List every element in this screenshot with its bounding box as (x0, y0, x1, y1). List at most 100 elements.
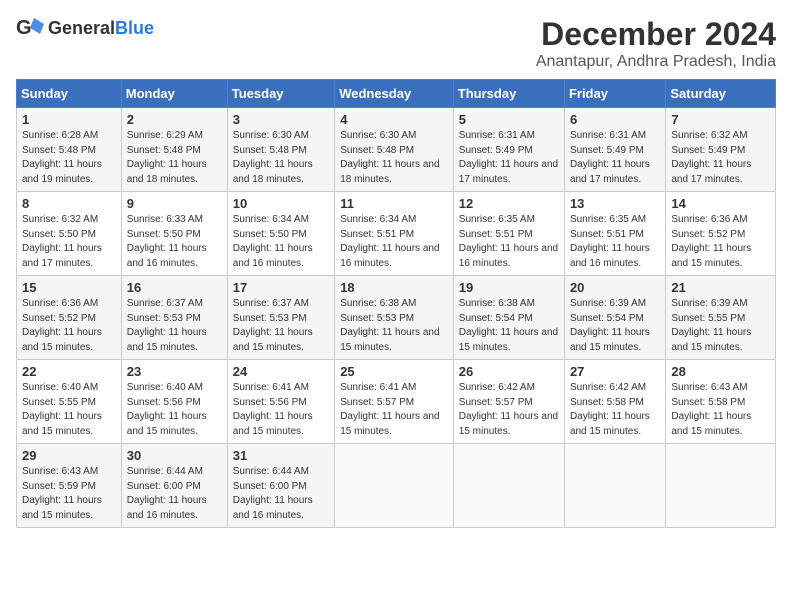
day-info: Sunrise: 6:40 AMSunset: 5:55 PMDaylight:… (22, 381, 116, 439)
day-number: 14 (671, 196, 770, 211)
calendar-cell: 27 Sunrise: 6:42 AMSunset: 5:58 PMDayligh… (564, 360, 665, 444)
day-number: 22 (22, 364, 116, 379)
calendar-cell (335, 444, 454, 528)
calendar-cell: 6 Sunrise: 6:31 AMSunset: 5:49 PMDaylight… (564, 108, 665, 192)
day-number: 27 (570, 364, 660, 379)
day-info: Sunrise: 6:37 AMSunset: 5:53 PMDaylight:… (233, 297, 329, 355)
calendar-cell: 3 Sunrise: 6:30 AMSunset: 5:48 PMDaylight… (227, 108, 334, 192)
day-info: Sunrise: 6:42 AMSunset: 5:58 PMDaylight:… (570, 381, 660, 439)
day-number: 3 (233, 112, 329, 127)
day-info: Sunrise: 6:38 AMSunset: 5:53 PMDaylight:… (340, 297, 448, 355)
day-info: Sunrise: 6:35 AMSunset: 5:51 PMDaylight:… (459, 213, 559, 271)
day-info: Sunrise: 6:39 AMSunset: 5:54 PMDaylight:… (570, 297, 660, 355)
day-number: 15 (22, 280, 116, 295)
day-info: Sunrise: 6:33 AMSunset: 5:50 PMDaylight:… (127, 213, 222, 271)
calendar-cell: 12 Sunrise: 6:35 AMSunset: 5:51 PMDayligh… (453, 192, 564, 276)
calendar-cell: 25 Sunrise: 6:41 AMSunset: 5:57 PMDayligh… (335, 360, 454, 444)
col-header-thursday: Thursday (453, 80, 564, 108)
col-header-saturday: Saturday (666, 80, 776, 108)
calendar-cell (564, 444, 665, 528)
day-number: 29 (22, 448, 116, 463)
day-number: 7 (671, 112, 770, 127)
calendar-cell: 10 Sunrise: 6:34 AMSunset: 5:50 PMDayligh… (227, 192, 334, 276)
day-number: 8 (22, 196, 116, 211)
day-info: Sunrise: 6:39 AMSunset: 5:55 PMDaylight:… (671, 297, 770, 355)
calendar-cell: 28Sunrise: 6:43 AMSunset: 5:58 PMDayligh… (666, 360, 776, 444)
day-number: 24 (233, 364, 329, 379)
day-number: 18 (340, 280, 448, 295)
day-info: Sunrise: 6:41 AMSunset: 5:57 PMDaylight:… (340, 381, 448, 439)
col-header-tuesday: Tuesday (227, 80, 334, 108)
col-header-sunday: Sunday (17, 80, 122, 108)
calendar-cell: 26 Sunrise: 6:42 AMSunset: 5:57 PMDayligh… (453, 360, 564, 444)
day-info: Sunrise: 6:41 AMSunset: 5:56 PMDaylight:… (233, 381, 329, 439)
logo: G GeneralBlue (16, 16, 154, 40)
day-number: 16 (127, 280, 222, 295)
logo-icon: G (16, 16, 44, 40)
day-info: Sunrise: 6:35 AMSunset: 5:51 PMDaylight:… (570, 213, 660, 271)
day-info: Sunrise: 6:34 AMSunset: 5:51 PMDaylight:… (340, 213, 448, 271)
calendar-cell: 20 Sunrise: 6:39 AMSunset: 5:54 PMDayligh… (564, 276, 665, 360)
day-info: Sunrise: 6:31 AMSunset: 5:49 PMDaylight:… (570, 129, 660, 187)
day-number: 9 (127, 196, 222, 211)
calendar-cell: 8 Sunrise: 6:32 AMSunset: 5:50 PMDaylight… (17, 192, 122, 276)
day-number: 1 (22, 112, 116, 127)
day-info: Sunrise: 6:42 AMSunset: 5:57 PMDaylight:… (459, 381, 559, 439)
calendar-cell: 16 Sunrise: 6:37 AMSunset: 5:53 PMDayligh… (121, 276, 227, 360)
calendar-cell: 23Sunrise: 6:40 AMSunset: 5:56 PMDayligh… (121, 360, 227, 444)
day-number: 20 (570, 280, 660, 295)
day-number: 5 (459, 112, 559, 127)
calendar-cell: 4Sunrise: 6:30 AMSunset: 5:48 PMDaylight… (335, 108, 454, 192)
svg-text:G: G (16, 17, 32, 39)
day-info: Sunrise: 6:43 AMSunset: 5:59 PMDaylight:… (22, 465, 116, 523)
day-number: 11 (340, 196, 448, 211)
col-header-monday: Monday (121, 80, 227, 108)
day-number: 2 (127, 112, 222, 127)
day-number: 17 (233, 280, 329, 295)
day-info: Sunrise: 6:40 AMSunset: 5:56 PMDaylight:… (127, 381, 222, 439)
calendar-cell: 24 Sunrise: 6:41 AMSunset: 5:56 PMDayligh… (227, 360, 334, 444)
calendar-cell: 17 Sunrise: 6:37 AMSunset: 5:53 PMDayligh… (227, 276, 334, 360)
calendar-cell: 9 Sunrise: 6:33 AMSunset: 5:50 PMDaylight… (121, 192, 227, 276)
calendar-cell: 21 Sunrise: 6:39 AMSunset: 5:55 PMDayligh… (666, 276, 776, 360)
calendar-cell: 5Sunrise: 6:31 AMSunset: 5:49 PMDaylight… (453, 108, 564, 192)
day-number: 28 (671, 364, 770, 379)
day-number: 13 (570, 196, 660, 211)
calendar-cell: 19Sunrise: 6:38 AMSunset: 5:54 PMDayligh… (453, 276, 564, 360)
day-info: Sunrise: 6:29 AMSunset: 5:48 PMDaylight:… (127, 129, 222, 187)
day-number: 19 (459, 280, 559, 295)
day-info: Sunrise: 6:34 AMSunset: 5:50 PMDaylight:… (233, 213, 329, 271)
calendar-cell: 18 Sunrise: 6:38 AMSunset: 5:53 PMDayligh… (335, 276, 454, 360)
day-number: 25 (340, 364, 448, 379)
col-header-friday: Friday (564, 80, 665, 108)
day-number: 10 (233, 196, 329, 211)
day-info: Sunrise: 6:44 AMSunset: 6:00 PMDaylight:… (233, 465, 329, 523)
calendar-cell: 30Sunrise: 6:44 AMSunset: 6:00 PMDayligh… (121, 444, 227, 528)
day-number: 12 (459, 196, 559, 211)
calendar-table: SundayMondayTuesdayWednesdayThursdayFrid… (16, 79, 776, 528)
day-info: Sunrise: 6:30 AMSunset: 5:48 PMDaylight:… (233, 129, 329, 187)
calendar-title: December 2024 (536, 16, 776, 53)
day-number: 26 (459, 364, 559, 379)
calendar-cell: 31Sunrise: 6:44 AMSunset: 6:00 PMDayligh… (227, 444, 334, 528)
calendar-cell: 1 Sunrise: 6:28 AMSunset: 5:48 PMDaylight… (17, 108, 122, 192)
calendar-cell: 29 Sunrise: 6:43 AMSunset: 5:59 PMDayligh… (17, 444, 122, 528)
day-number: 21 (671, 280, 770, 295)
day-info: Sunrise: 6:37 AMSunset: 5:53 PMDaylight:… (127, 297, 222, 355)
page-header: G GeneralBlue December 2024 Anantapur, A… (16, 16, 776, 71)
day-info: Sunrise: 6:44 AMSunset: 6:00 PMDaylight:… (127, 465, 222, 523)
day-number: 4 (340, 112, 448, 127)
day-info: Sunrise: 6:28 AMSunset: 5:48 PMDaylight:… (22, 129, 116, 187)
calendar-cell: 13 Sunrise: 6:35 AMSunset: 5:51 PMDayligh… (564, 192, 665, 276)
day-info: Sunrise: 6:32 AMSunset: 5:50 PMDaylight:… (22, 213, 116, 271)
col-header-wednesday: Wednesday (335, 80, 454, 108)
calendar-cell: 2 Sunrise: 6:29 AMSunset: 5:48 PMDaylight… (121, 108, 227, 192)
day-info: Sunrise: 6:36 AMSunset: 5:52 PMDaylight:… (671, 213, 770, 271)
calendar-subtitle: Anantapur, Andhra Pradesh, India (536, 53, 776, 71)
logo-blue: Blue (115, 18, 154, 38)
calendar-cell (453, 444, 564, 528)
logo-general: General (48, 18, 115, 38)
title-block: December 2024 Anantapur, Andhra Pradesh,… (536, 16, 776, 71)
day-number: 6 (570, 112, 660, 127)
calendar-cell (666, 444, 776, 528)
